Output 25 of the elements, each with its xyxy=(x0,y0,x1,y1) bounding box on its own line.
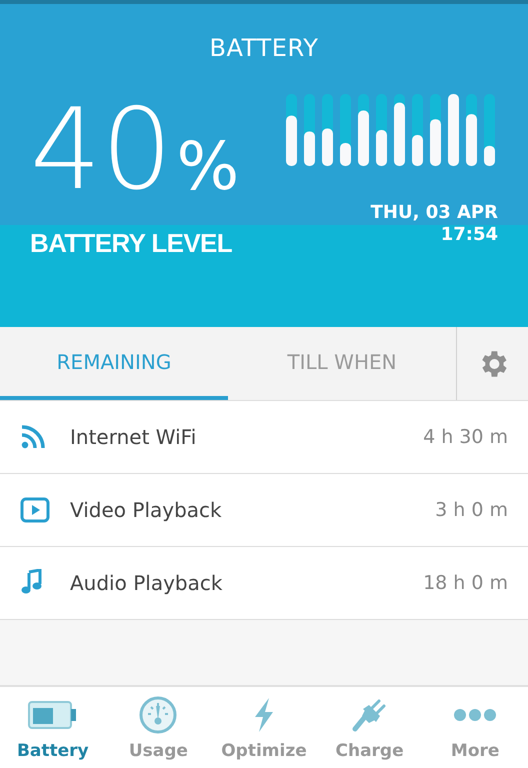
row-value: 18 h 0 m xyxy=(423,570,508,596)
more-icon xyxy=(453,708,498,722)
row-label: Audio Playback xyxy=(70,570,222,597)
nav-item[interactable]: Usage xyxy=(106,687,212,768)
battery-percent: 40 xyxy=(30,94,173,206)
gauge-icon xyxy=(139,696,178,734)
row-value: 4 h 30 m xyxy=(423,424,508,450)
tab[interactable]: TILL WHEN xyxy=(228,327,456,400)
row-label: Internet WiFi xyxy=(70,424,196,451)
battery-level-caption: BATTERY LEVEL xyxy=(30,227,233,260)
screen-title: BATTERY xyxy=(209,33,319,64)
rss-icon xyxy=(20,424,46,450)
list-row[interactable]: Video Playback 3 h 0 m xyxy=(0,474,528,547)
date-text: THU, 03 APR xyxy=(370,202,498,224)
row-value: 3 h 0 m xyxy=(435,498,508,523)
time-text: 17:54 xyxy=(440,224,498,246)
list-row[interactable]: Audio Playback 18 h 0 m xyxy=(0,547,528,620)
row-label: Video Playback xyxy=(70,497,222,524)
nav-item[interactable]: Battery xyxy=(0,687,106,768)
percent-sign: % xyxy=(176,128,240,206)
nav-item[interactable]: Optimize xyxy=(211,687,317,768)
nav-item[interactable]: Charge xyxy=(316,687,422,768)
list-row[interactable]: Internet WiFi 4 h 30 m xyxy=(0,401,528,474)
nav-item[interactable]: More xyxy=(422,687,528,768)
play-icon xyxy=(20,497,50,523)
